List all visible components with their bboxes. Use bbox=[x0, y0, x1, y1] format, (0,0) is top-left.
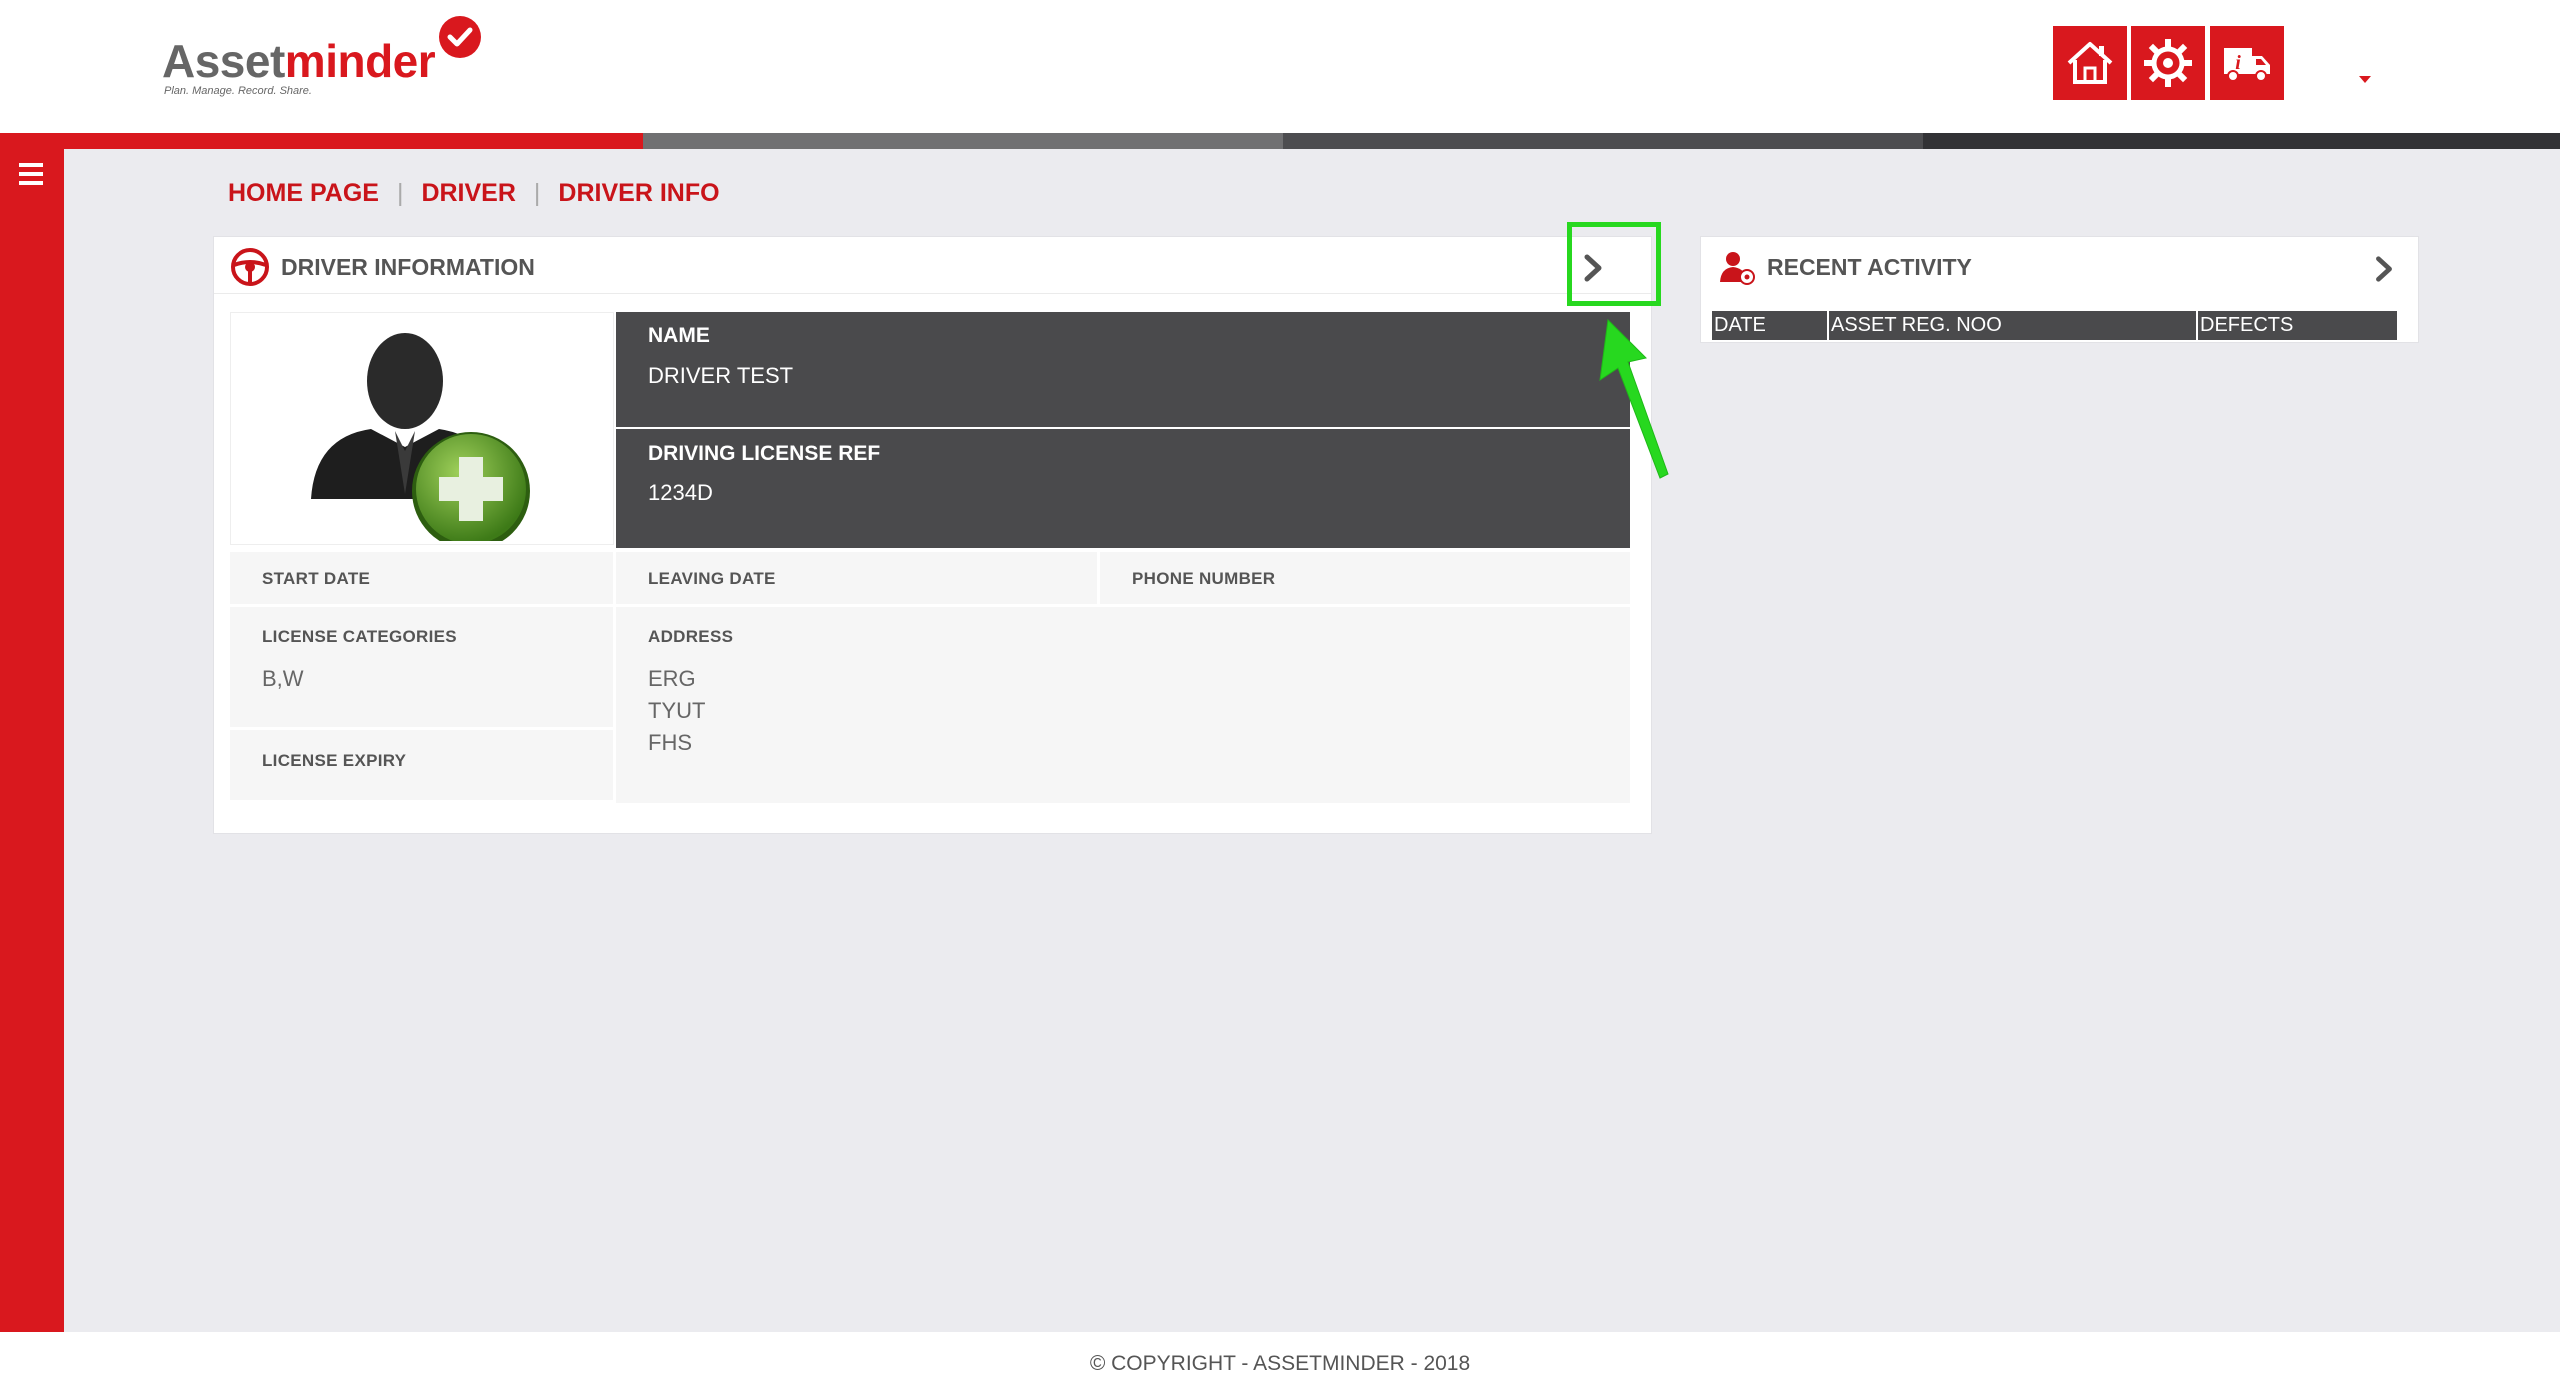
chevron-right-icon bbox=[2376, 256, 2392, 282]
truck-info-icon: i bbox=[2224, 48, 2270, 82]
gear-icon bbox=[2144, 39, 2192, 87]
breadcrumb-separator: | bbox=[533, 178, 541, 207]
header-stripe-red bbox=[0, 133, 643, 149]
license-expiry-cell: LICENSE EXPIRY bbox=[230, 730, 613, 800]
logo-wordmark: Assetminder bbox=[162, 35, 436, 87]
add-driver-photo-icon bbox=[311, 333, 530, 541]
recent-activity-expand-button[interactable] bbox=[2364, 249, 2404, 289]
breadcrumb-driver-info[interactable]: DRIVER INFO bbox=[558, 179, 719, 208]
license-expiry-label: LICENSE EXPIRY bbox=[262, 751, 407, 770]
address-line-1: ERG bbox=[648, 666, 696, 691]
sidebar bbox=[0, 149, 64, 1332]
driver-photo-placeholder[interactable] bbox=[230, 312, 614, 545]
leaving-date-label: LEAVING DATE bbox=[648, 569, 776, 588]
license-categories-label: LICENSE CATEGORIES bbox=[262, 627, 457, 646]
license-categories-cell: LICENSE CATEGORIES B,W bbox=[230, 607, 613, 727]
recent-activity-table-header: DATE ASSET REG. NOO DEFECTS bbox=[1712, 311, 2397, 340]
phone-number-label: PHONE NUMBER bbox=[1132, 569, 1276, 588]
recent-activity-panel: RECENT ACTIVITY DATE ASSET REG. NOO DEFE… bbox=[1700, 236, 2419, 343]
highlight-box bbox=[1567, 222, 1661, 306]
settings-button[interactable] bbox=[2131, 26, 2205, 100]
top-header: Assetminder Plan. Manage. Record. Share. bbox=[0, 0, 2560, 133]
identity-divider bbox=[616, 427, 1630, 429]
phone-number-cell: PHONE NUMBER bbox=[1100, 552, 1630, 604]
name-value: DRIVER TEST bbox=[648, 363, 794, 388]
header-stripe-dark bbox=[1283, 133, 1923, 149]
driver-identity-box: NAME DRIVER TEST DRIVING LICENSE REF 123… bbox=[616, 312, 1630, 548]
breadcrumb-driver[interactable]: DRIVER bbox=[421, 179, 515, 208]
vehicle-info-button[interactable]: i bbox=[2210, 26, 2284, 100]
column-header-asset-reg[interactable]: ASSET REG. NOO bbox=[1829, 311, 2198, 340]
breadcrumb-home[interactable]: HOME PAGE bbox=[228, 179, 379, 208]
recent-activity-title: RECENT ACTIVITY bbox=[1767, 254, 1972, 280]
home-button[interactable] bbox=[2053, 26, 2127, 100]
address-label: ADDRESS bbox=[648, 627, 734, 646]
page-footer: © COPYRIGHT - ASSETMINDER - 2018 bbox=[0, 1332, 2560, 1396]
address-cell: ADDRESS ERG TYUT FHS bbox=[616, 607, 1630, 803]
annotation-arrow-icon bbox=[1599, 318, 1669, 479]
driving-license-ref-value: 1234D bbox=[648, 480, 713, 505]
driver-panel-header: DRIVER INFORMATION bbox=[214, 237, 1651, 294]
logo-tagline: Plan. Manage. Record. Share. bbox=[164, 85, 312, 97]
start-date-label: START DATE bbox=[262, 569, 371, 588]
steering-wheel-icon bbox=[231, 248, 269, 286]
leaving-date-cell: LEAVING DATE bbox=[616, 552, 1097, 604]
name-label: NAME bbox=[648, 324, 710, 347]
header-stripe-darkest bbox=[1923, 133, 2560, 149]
logo-checkmark-icon bbox=[439, 16, 481, 58]
header-stripe-grey bbox=[643, 133, 1283, 149]
copyright-text: © COPYRIGHT - ASSETMINDER - 2018 bbox=[1089, 1352, 1471, 1375]
svg-text:i: i bbox=[2235, 52, 2241, 74]
driver-activity-icon bbox=[1720, 252, 1755, 285]
assetminder-logo[interactable]: Assetminder Plan. Manage. Record. Share. bbox=[162, 14, 492, 104]
license-categories-value: B,W bbox=[262, 666, 304, 691]
column-header-defects[interactable]: DEFECTS bbox=[2198, 311, 2397, 340]
user-dropdown-caret-icon[interactable] bbox=[2359, 76, 2371, 83]
address-line-2: TYUT bbox=[648, 698, 706, 723]
column-header-date[interactable]: DATE bbox=[1712, 311, 1829, 340]
start-date-cell: START DATE bbox=[230, 552, 613, 604]
breadcrumb: HOME PAGE | DRIVER | DRIVER INFO bbox=[228, 177, 720, 209]
driving-license-ref-label: DRIVING LICENSE REF bbox=[648, 442, 881, 465]
hamburger-menu-icon[interactable] bbox=[19, 163, 43, 185]
driver-panel-title: DRIVER INFORMATION bbox=[281, 254, 535, 280]
address-line-3: FHS bbox=[648, 730, 692, 755]
breadcrumb-separator: | bbox=[396, 178, 404, 207]
home-icon bbox=[2067, 42, 2113, 84]
